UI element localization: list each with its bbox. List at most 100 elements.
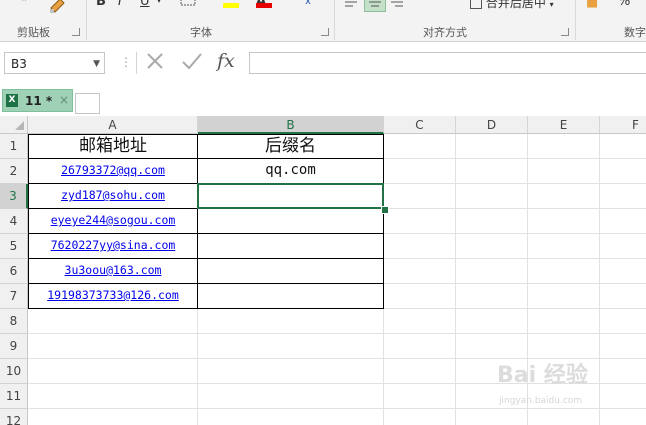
cell-c12[interactable] bbox=[384, 409, 456, 425]
cell-d8[interactable] bbox=[456, 309, 528, 334]
cell-a8[interactable] bbox=[28, 309, 198, 334]
cell-d12[interactable] bbox=[456, 409, 528, 425]
cell-e9[interactable] bbox=[528, 334, 600, 359]
row-header-11[interactable]: 11 bbox=[0, 384, 28, 409]
row-header-5[interactable]: 5 bbox=[0, 234, 28, 259]
suffix-cell[interactable] bbox=[198, 209, 384, 234]
cell-c1[interactable] bbox=[384, 134, 456, 159]
cell-f7[interactable] bbox=[600, 284, 646, 309]
row-header-8[interactable]: 8 bbox=[0, 309, 28, 334]
cell-b10[interactable] bbox=[198, 359, 384, 384]
alignment-launcher-icon[interactable] bbox=[561, 28, 569, 36]
cell-e5[interactable] bbox=[528, 234, 600, 259]
cell-f12[interactable] bbox=[600, 409, 646, 425]
chevron-down-icon[interactable]: ▾ bbox=[157, 0, 161, 5]
cell-d5[interactable] bbox=[456, 234, 528, 259]
cell-d1[interactable] bbox=[456, 134, 528, 159]
cell-c2[interactable] bbox=[384, 159, 456, 184]
cell-c11[interactable] bbox=[384, 384, 456, 409]
row-header-7[interactable]: 7 bbox=[0, 284, 28, 309]
column-header-a[interactable]: A bbox=[28, 116, 198, 134]
insert-function-button[interactable]: fx bbox=[217, 50, 235, 72]
cell-e2[interactable] bbox=[528, 159, 600, 184]
cell-c6[interactable] bbox=[384, 259, 456, 284]
cell-c8[interactable] bbox=[384, 309, 456, 334]
chevron-down-icon[interactable]: ▼ bbox=[93, 53, 100, 75]
merge-center-button[interactable]: 合并后居中 ▾ bbox=[470, 0, 554, 11]
cell-d9[interactable] bbox=[456, 334, 528, 359]
cell-c7[interactable] bbox=[384, 284, 456, 309]
cell-b12[interactable] bbox=[198, 409, 384, 425]
cell-d6[interactable] bbox=[456, 259, 528, 284]
cell-e8[interactable] bbox=[528, 309, 600, 334]
cell-b9[interactable] bbox=[198, 334, 384, 359]
cell-f8[interactable] bbox=[600, 309, 646, 334]
select-all-button[interactable] bbox=[0, 116, 28, 134]
number-format-icon[interactable]: ■ bbox=[586, 0, 598, 10]
new-workbook-tab-button[interactable] bbox=[75, 93, 100, 114]
cell-f5[interactable] bbox=[600, 234, 646, 259]
row-header-9[interactable]: 9 bbox=[0, 334, 28, 359]
cell-e7[interactable] bbox=[528, 284, 600, 309]
column-header-b[interactable]: B bbox=[198, 116, 384, 134]
row-header-12[interactable]: 12 bbox=[0, 409, 28, 425]
close-icon[interactable]: × bbox=[59, 93, 69, 107]
cell-f1[interactable] bbox=[600, 134, 646, 159]
cell-a10[interactable] bbox=[28, 359, 198, 384]
suffix-cell[interactable] bbox=[198, 234, 384, 259]
suffix-cell[interactable]: qq.com bbox=[198, 159, 384, 184]
cell-f4[interactable] bbox=[600, 209, 646, 234]
header-suffix[interactable]: 后缀名 bbox=[198, 134, 384, 159]
name-box[interactable]: B3 ▼ bbox=[4, 52, 105, 74]
cell-e12[interactable] bbox=[528, 409, 600, 425]
align-left-icon[interactable] bbox=[344, 0, 358, 13]
formula-input[interactable] bbox=[249, 52, 646, 74]
header-email-address[interactable]: 邮箱地址 bbox=[28, 134, 198, 159]
borders-icon[interactable] bbox=[180, 0, 196, 11]
cell-f9[interactable] bbox=[600, 334, 646, 359]
format-painter-icon[interactable] bbox=[48, 0, 68, 18]
cell-d2[interactable] bbox=[456, 159, 528, 184]
cell-a12[interactable] bbox=[28, 409, 198, 425]
column-header-f[interactable]: F bbox=[600, 116, 646, 134]
font-launcher-icon[interactable] bbox=[321, 28, 329, 36]
column-header-e[interactable]: E bbox=[528, 116, 600, 134]
row-header-2[interactable]: 2 bbox=[0, 159, 28, 184]
row-header-10[interactable]: 10 bbox=[0, 359, 28, 384]
clipboard-launcher-icon[interactable] bbox=[72, 28, 80, 36]
cell-b11[interactable] bbox=[198, 384, 384, 409]
column-header-d[interactable]: D bbox=[456, 116, 528, 134]
enter-check-icon[interactable] bbox=[181, 51, 203, 76]
cell-c3[interactable] bbox=[384, 184, 456, 209]
cell-c10[interactable] bbox=[384, 359, 456, 384]
email-link[interactable]: eyeye244@sogou.com bbox=[28, 209, 198, 234]
cell-c9[interactable] bbox=[384, 334, 456, 359]
cell-f2[interactable] bbox=[600, 159, 646, 184]
email-link[interactable]: 26793372@qq.com bbox=[28, 159, 198, 184]
workbook-tab[interactable]: X 11 * × bbox=[2, 89, 73, 112]
bold-button[interactable]: B bbox=[96, 0, 106, 9]
font-color-bar[interactable] bbox=[256, 3, 272, 8]
cell-a11[interactable] bbox=[28, 384, 198, 409]
cell-c4[interactable] bbox=[384, 209, 456, 234]
align-center-icon[interactable] bbox=[364, 0, 386, 12]
cancel-icon[interactable] bbox=[145, 51, 165, 76]
row-header-1[interactable]: 1 bbox=[0, 134, 28, 159]
email-link[interactable]: 19198373733@126.com bbox=[28, 284, 198, 309]
cell-d3[interactable] bbox=[456, 184, 528, 209]
cell-f6[interactable] bbox=[600, 259, 646, 284]
cell-e3[interactable] bbox=[528, 184, 600, 209]
italic-button[interactable]: I bbox=[118, 0, 122, 9]
cell-b8[interactable] bbox=[198, 309, 384, 334]
column-header-c[interactable]: C bbox=[384, 116, 456, 134]
align-right-icon[interactable] bbox=[390, 0, 404, 13]
cell-e1[interactable] bbox=[528, 134, 600, 159]
cell-c5[interactable] bbox=[384, 234, 456, 259]
row-header-4[interactable]: 4 bbox=[0, 209, 28, 234]
cell-d4[interactable] bbox=[456, 209, 528, 234]
cell-a9[interactable] bbox=[28, 334, 198, 359]
email-link[interactable]: 3u3oou@163.com bbox=[28, 259, 198, 284]
fill-handle[interactable] bbox=[381, 206, 389, 214]
email-link[interactable]: 7620227yy@sina.com bbox=[28, 234, 198, 259]
row-header-6[interactable]: 6 bbox=[0, 259, 28, 284]
